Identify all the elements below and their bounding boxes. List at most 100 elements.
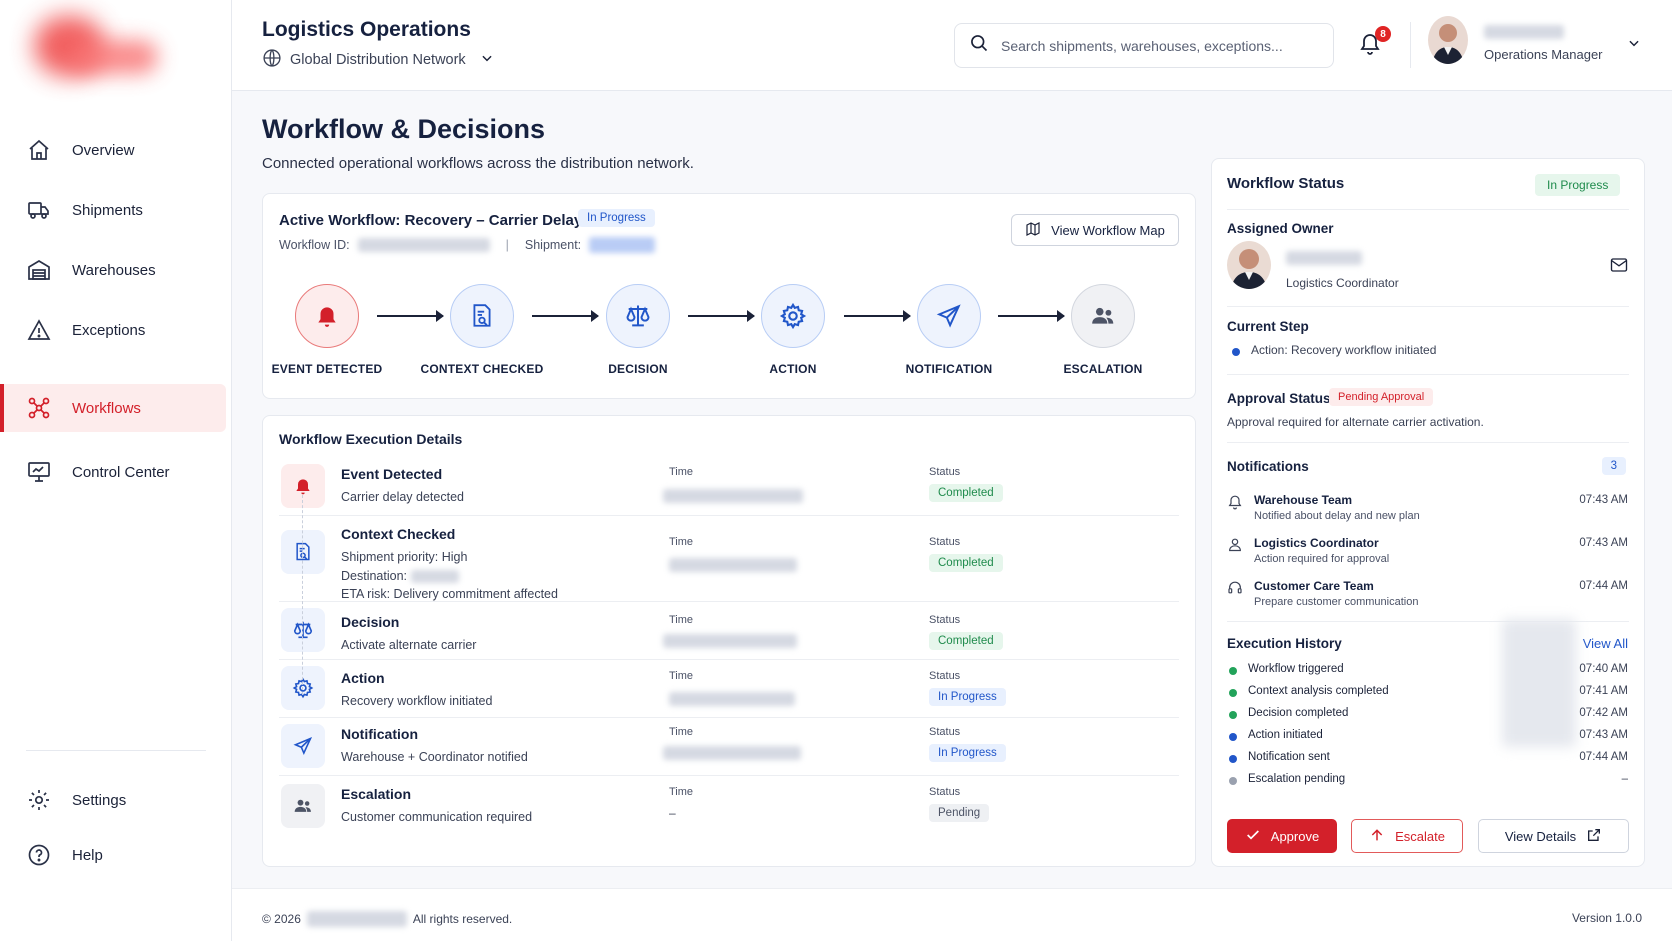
app-title: Logistics Operations — [262, 18, 471, 41]
destination-label: Destination: — [341, 568, 408, 583]
execution-row-name: Event Detected — [341, 466, 443, 482]
current-step-label: Current Step — [1227, 319, 1309, 334]
desc-destination: Destination: — [341, 567, 558, 586]
execution-row-escalation[interactable]: Escalation Customer communication requir… — [279, 776, 1179, 842]
sidebar-item-label: Workflows — [72, 399, 141, 417]
network-label: Global Distribution Network — [290, 52, 466, 68]
history-event: Workflow triggered — [1248, 663, 1344, 675]
users-icon — [1071, 284, 1135, 348]
notification-time: 07:43 AM — [1579, 494, 1628, 506]
history-time: 07:43 AM — [1579, 729, 1628, 741]
execution-row-desc: Activate alternate carrier — [341, 638, 477, 652]
execution-row-name: Escalation — [341, 786, 412, 802]
status-panel-title: Workflow Status — [1227, 175, 1345, 192]
step-label: CONTEXT CHECKED — [420, 362, 544, 376]
company-logo[interactable] — [28, 10, 158, 86]
notifications-label: Notifications — [1227, 459, 1309, 474]
divider — [1227, 306, 1629, 307]
sidebar-item-help[interactable]: Help — [0, 831, 226, 879]
history-time: 07:41 AM — [1579, 685, 1628, 697]
view-all-link[interactable]: View All — [1583, 636, 1628, 651]
sidebar-item-workflows[interactable]: Workflows — [0, 384, 226, 432]
gear-icon — [761, 284, 825, 348]
search-bar[interactable] — [954, 23, 1334, 68]
footer: © 2026 All rights reserved. Version 1.0.… — [232, 888, 1672, 941]
history-event: Escalation pending — [1248, 773, 1346, 785]
workflow-step-action[interactable]: ACTION — [728, 284, 858, 376]
history-dot — [1229, 689, 1237, 697]
workflow-step-decision[interactable]: DECISION — [573, 284, 703, 376]
workflow-step-context-checked[interactable]: CONTEXT CHECKED — [417, 284, 547, 376]
workflow-meta: Workflow ID: | Shipment: — [279, 237, 656, 253]
notifications-count-badge: 3 — [1601, 457, 1626, 475]
desc-priority: Shipment priority: High — [341, 550, 468, 564]
rights-text: All rights reserved. — [412, 912, 513, 926]
execution-row-context-checked[interactable]: Context Checked Shipment priority: High … — [279, 516, 1179, 602]
divider — [1227, 209, 1629, 210]
notifications-button[interactable]: 8 — [1358, 26, 1391, 62]
status-badge: Completed — [929, 484, 1003, 502]
notification-time: 07:44 AM — [1579, 580, 1628, 592]
workflow-step-event-detected[interactable]: EVENT DETECTED — [262, 284, 392, 376]
execution-row-notification[interactable]: Notification Warehouse + Coordinator not… — [279, 718, 1179, 776]
user-menu-chevron-icon[interactable] — [1627, 36, 1641, 55]
page-subtitle: Connected operational workflows across t… — [262, 155, 694, 172]
history-time: 07:42 AM — [1579, 707, 1628, 719]
document-search-icon — [450, 284, 514, 348]
user-icon — [1227, 536, 1245, 554]
active-workflow-card: Active Workflow: Recovery – Carrier Dela… — [262, 193, 1196, 399]
sidebar-item-label: Warehouses — [72, 261, 156, 279]
workflow-step-notification[interactable]: NOTIFICATION — [884, 284, 1014, 376]
execution-details-title: Workflow Execution Details — [279, 431, 463, 447]
view-workflow-map-button[interactable]: View Workflow Map — [1011, 214, 1179, 246]
execution-row-decision[interactable]: Decision Activate alternate carrier Time… — [279, 602, 1179, 660]
history-event: Context analysis completed — [1248, 685, 1389, 697]
workflow-step-escalation[interactable]: ESCALATION — [1038, 284, 1168, 376]
execution-row-action[interactable]: Action Recovery workflow initiated Time … — [279, 660, 1179, 718]
history-dot — [1229, 777, 1237, 785]
sidebar-item-shipments[interactable]: Shipments — [0, 186, 226, 234]
page-title: Workflow & Decisions — [262, 114, 546, 144]
history-event: Notification sent — [1248, 751, 1330, 763]
time-value: – — [669, 806, 676, 820]
time-value-redacted — [663, 746, 801, 760]
notification-count-badge: 8 — [1375, 26, 1391, 42]
mail-icon[interactable] — [1610, 257, 1628, 278]
sidebar-item-label: Settings — [72, 791, 127, 809]
execution-row-event-detected[interactable]: Event Detected Carrier delay detected Ti… — [279, 456, 1179, 516]
escalate-button[interactable]: Escalate — [1351, 819, 1463, 853]
shipment-id-redacted[interactable] — [589, 237, 656, 253]
notification-desc: Action required for approval — [1254, 553, 1390, 565]
step-label: ACTION — [769, 362, 817, 376]
external-link-icon — [1586, 827, 1602, 846]
user-avatar[interactable] — [1428, 16, 1468, 64]
sidebar-item-settings[interactable]: Settings — [0, 776, 226, 824]
sidebar-item-warehouses[interactable]: Warehouses — [0, 246, 226, 294]
execution-row-desc: Warehouse + Coordinator notified — [341, 750, 528, 764]
search-input[interactable] — [1001, 37, 1301, 54]
time-label: Time — [669, 786, 694, 798]
approve-button[interactable]: Approve — [1227, 819, 1337, 853]
sidebar-item-exceptions[interactable]: Exceptions — [0, 306, 226, 354]
view-details-button[interactable]: View Details — [1478, 819, 1629, 853]
history-dot — [1229, 733, 1237, 741]
sidebar: Overview Shipments Warehouses Exceptions… — [0, 0, 232, 941]
sidebar-item-control-center[interactable]: Control Center — [0, 448, 226, 496]
sidebar-item-overview[interactable]: Overview — [0, 126, 226, 174]
owner-avatar — [1227, 241, 1271, 289]
status-badge: In Progress — [929, 688, 1006, 706]
time-value-redacted — [663, 634, 797, 648]
time-label: Time — [669, 726, 694, 738]
execution-history-label: Execution History — [1227, 636, 1342, 651]
network-selector[interactable]: Global Distribution Network — [262, 48, 494, 72]
top-header: Logistics Operations Global Distribution… — [232, 0, 1672, 91]
execution-row-desc: Shipment priority: High Destination: ETA… — [341, 548, 558, 604]
execution-row-name: Context Checked — [341, 526, 456, 542]
status-badge: Pending — [929, 804, 990, 822]
execution-row-name: Notification — [341, 726, 418, 742]
scale-icon — [606, 284, 670, 348]
copyright-year: © 2026 — [262, 912, 301, 926]
chevron-down-icon — [480, 51, 494, 69]
notification-name: Logistics Coordinator — [1254, 536, 1379, 550]
step-label: EVENT DETECTED — [271, 362, 383, 376]
